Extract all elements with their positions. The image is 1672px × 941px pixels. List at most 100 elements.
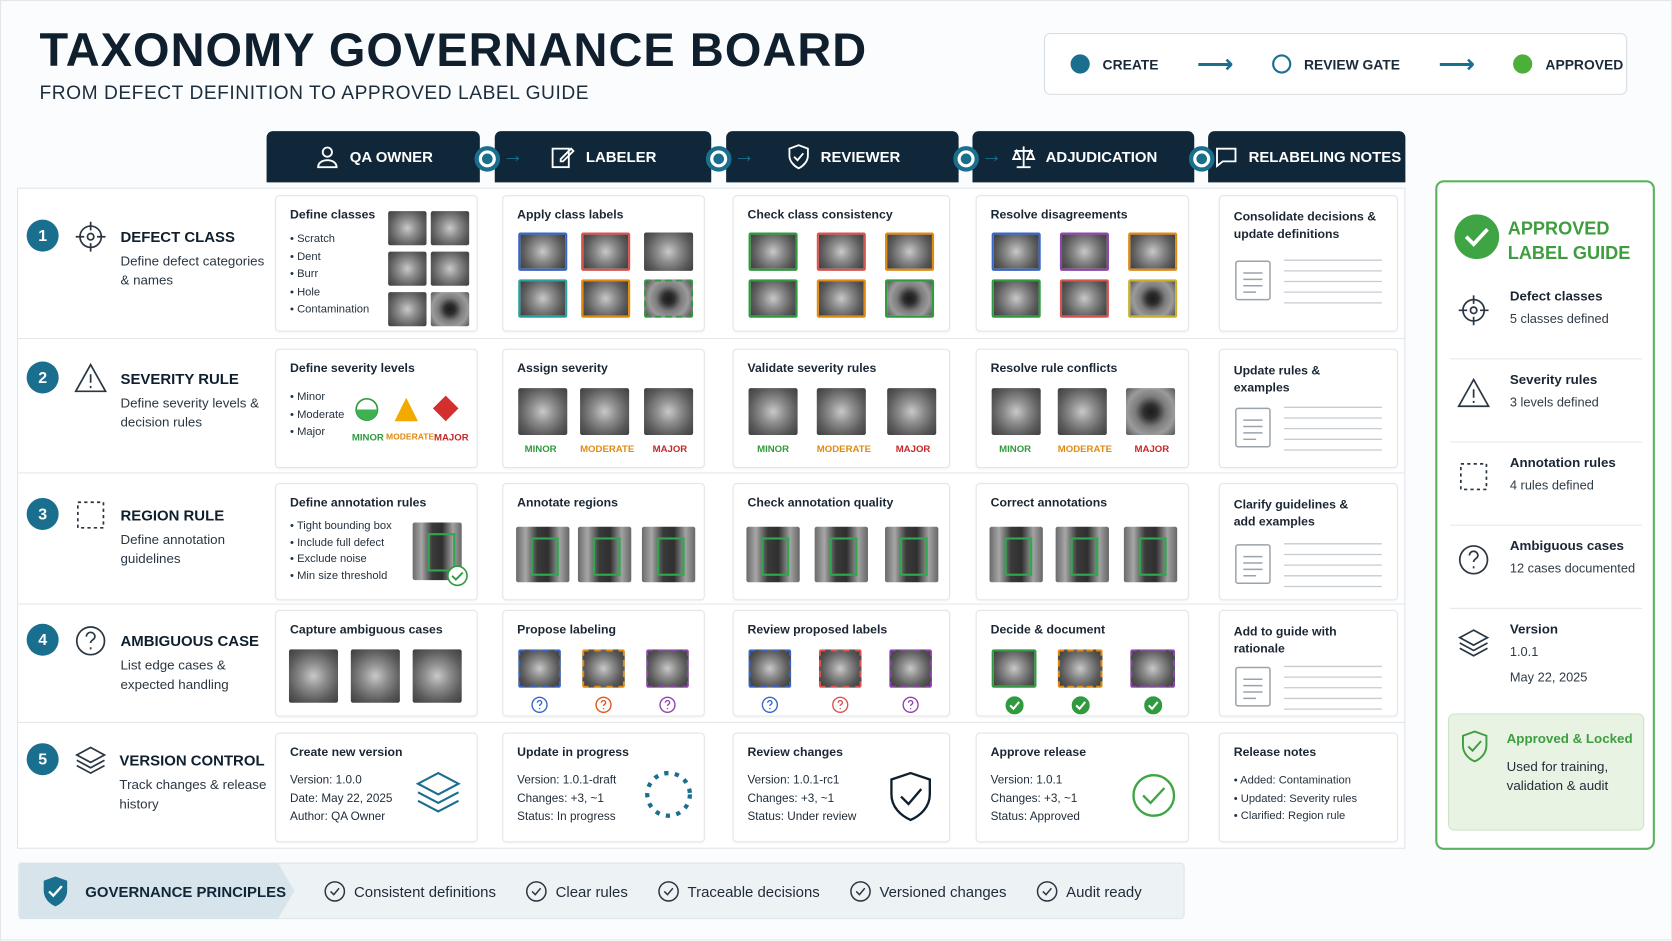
- row-label-defect-class: 1 DEFECT CLASS Define defect categories …: [26, 219, 264, 327]
- row-number: 3: [26, 497, 59, 530]
- crosshair-icon: [1458, 295, 1489, 326]
- cell-decide-document: Decide & document: [975, 609, 1189, 717]
- release-note-item: Clarified: Region rule: [1234, 807, 1357, 825]
- labeled-thumbnail: [644, 232, 694, 271]
- text-lines-icon: [1283, 259, 1382, 304]
- arrow-right-icon: ⟶: [1438, 49, 1476, 79]
- rule-item: Include full defect: [290, 535, 392, 552]
- principle-item: Traceable decisions: [657, 880, 820, 902]
- labeled-thumbnail: [748, 279, 798, 318]
- document-icon: [1235, 544, 1271, 585]
- cell-approve-release: Approve release Version: 1.0.1 Changes: …: [975, 732, 1189, 843]
- guide-item-date: May 22, 2025: [1509, 669, 1588, 685]
- review-gate-dot-icon: [1271, 54, 1292, 74]
- principle-item: Clear rules: [526, 880, 628, 902]
- question-circle-icon: [531, 696, 548, 713]
- severity-thumbnail: [991, 388, 1041, 436]
- col-header-relabeling-notes: RELABELING NOTES: [1208, 131, 1406, 183]
- guide-item-title: Ambiguous cases: [1509, 538, 1624, 554]
- cell-title: Annotate regions: [517, 496, 618, 510]
- status-line: Status: In progress: [517, 810, 616, 824]
- labeled-thumbnail: [1059, 232, 1109, 271]
- class-item: Scratch: [290, 230, 369, 248]
- guide-item-title: Version: [1509, 621, 1559, 637]
- rule-item: Exclude noise: [290, 551, 392, 568]
- guide-item-desc: 5 classes defined: [1509, 311, 1609, 327]
- status-line: Status: Under review: [747, 810, 857, 824]
- approved-locked-box: Approved & Locked Used for training, val…: [1448, 713, 1645, 831]
- document-icon: [1235, 260, 1271, 301]
- moderate-triangle-icon: [394, 397, 418, 422]
- severity-level-label: MODERATE: [580, 443, 635, 455]
- question-icon: [75, 626, 106, 656]
- row-title: DEFECT CLASS: [120, 228, 235, 246]
- warning-icon: [74, 362, 108, 393]
- warning-icon: [1457, 377, 1491, 408]
- release-note-item: Added: Contamination: [1234, 772, 1357, 790]
- severity-thumbnail: [518, 388, 568, 436]
- create-dot-icon: [1070, 54, 1090, 74]
- guide-item-version: Version 1.0.1 May 22, 2025: [1450, 611, 1642, 707]
- date-line: Date: May 22, 2025: [290, 792, 393, 806]
- dashed-box-icon: [1459, 462, 1488, 491]
- approved-title-line2: LABEL GUIDE: [1507, 243, 1631, 264]
- cell-annotate-regions: Annotate regions: [502, 483, 705, 601]
- guide-item-annotation-rules: Annotation rules 4 rules defined: [1450, 445, 1643, 526]
- cell-title: Clarify guidelines & add examples: [1233, 499, 1349, 529]
- ambiguous-thumbnail: [350, 649, 400, 703]
- cell-check-class-consistency: Check class consistency: [732, 195, 951, 332]
- defect-thumbnail: [430, 251, 470, 286]
- cell-title: Resolve disagreements: [990, 208, 1128, 222]
- cell-release-notes: Release notes Added: Contamination Updat…: [1218, 732, 1398, 843]
- row-divider: [17, 472, 1406, 474]
- principle-label: Clear rules: [555, 882, 628, 900]
- rule-item: Min size threshold: [290, 568, 392, 585]
- legend-review: REVIEW GATE: [1271, 54, 1400, 74]
- col-label: LABELER: [585, 148, 657, 166]
- severity-level-label: MINOR: [524, 443, 557, 455]
- cell-title: Release notes: [1233, 746, 1317, 760]
- annotated-thumbnail: [641, 526, 696, 583]
- severity-level-label: MODERATE: [386, 431, 435, 442]
- severity-thumbnail: [887, 388, 937, 436]
- arrow-right-icon: →: [502, 143, 524, 168]
- principle-label: Versioned changes: [879, 882, 1007, 900]
- approved-dot-icon: [1513, 54, 1533, 74]
- defect-thumbnail: [388, 211, 427, 246]
- annotated-thumbnail: [1055, 526, 1109, 583]
- col-label: RELABELING NOTES: [1248, 148, 1402, 166]
- row-number: 1: [26, 219, 59, 252]
- cell-review-proposed-labels: Review proposed labels: [732, 609, 951, 717]
- check-circle-icon: [1036, 880, 1058, 902]
- cell-apply-class-labels: Apply class labels: [502, 195, 705, 332]
- row-number: 4: [26, 623, 59, 656]
- ambiguous-thumbnail: [748, 649, 792, 688]
- ambiguous-thumbnail: [991, 649, 1037, 688]
- legend-create-label: CREATE: [1102, 55, 1159, 72]
- labeled-thumbnail: [816, 279, 866, 318]
- defect-thumbnail: [388, 292, 427, 327]
- ambiguous-thumbnail: [518, 649, 561, 688]
- guide-item-ambiguous-cases: Ambiguous cases 12 cases documented: [1450, 528, 1643, 609]
- loading-spinner-icon: [645, 770, 693, 818]
- annotated-thumbnail: [746, 526, 800, 583]
- cell-review-changes: Review changes Version: 1.0.1-rc1 Change…: [732, 732, 951, 843]
- question-circle-icon: [595, 696, 612, 713]
- cell-define-classes: Define classes Scratch Dent Burr Hole Co…: [275, 195, 478, 332]
- release-note-item: Updated: Severity rules: [1234, 790, 1357, 808]
- guide-item-title: Severity rules: [1509, 372, 1598, 388]
- cell-title: Create new version: [290, 746, 403, 760]
- check-circle-icon: [849, 880, 871, 902]
- guide-item-title: Defect classes: [1509, 288, 1603, 304]
- class-item: Burr: [290, 266, 369, 284]
- col-label: ADJUDICATION: [1045, 148, 1158, 166]
- row-number: 2: [26, 361, 59, 394]
- principles-header: GOVERNANCE PRINCIPLES: [19, 862, 295, 920]
- question-circle-icon: [761, 696, 779, 713]
- cell-title: Resolve rule conflicts: [990, 362, 1118, 376]
- cell-title: Correct annotations: [990, 496, 1108, 510]
- annotated-thumbnail: [885, 526, 939, 583]
- shield-check-icon: [1462, 730, 1488, 763]
- version-line: Version: 1.0.0: [290, 774, 362, 787]
- col-header-qa-owner: QA OWNER: [266, 131, 480, 183]
